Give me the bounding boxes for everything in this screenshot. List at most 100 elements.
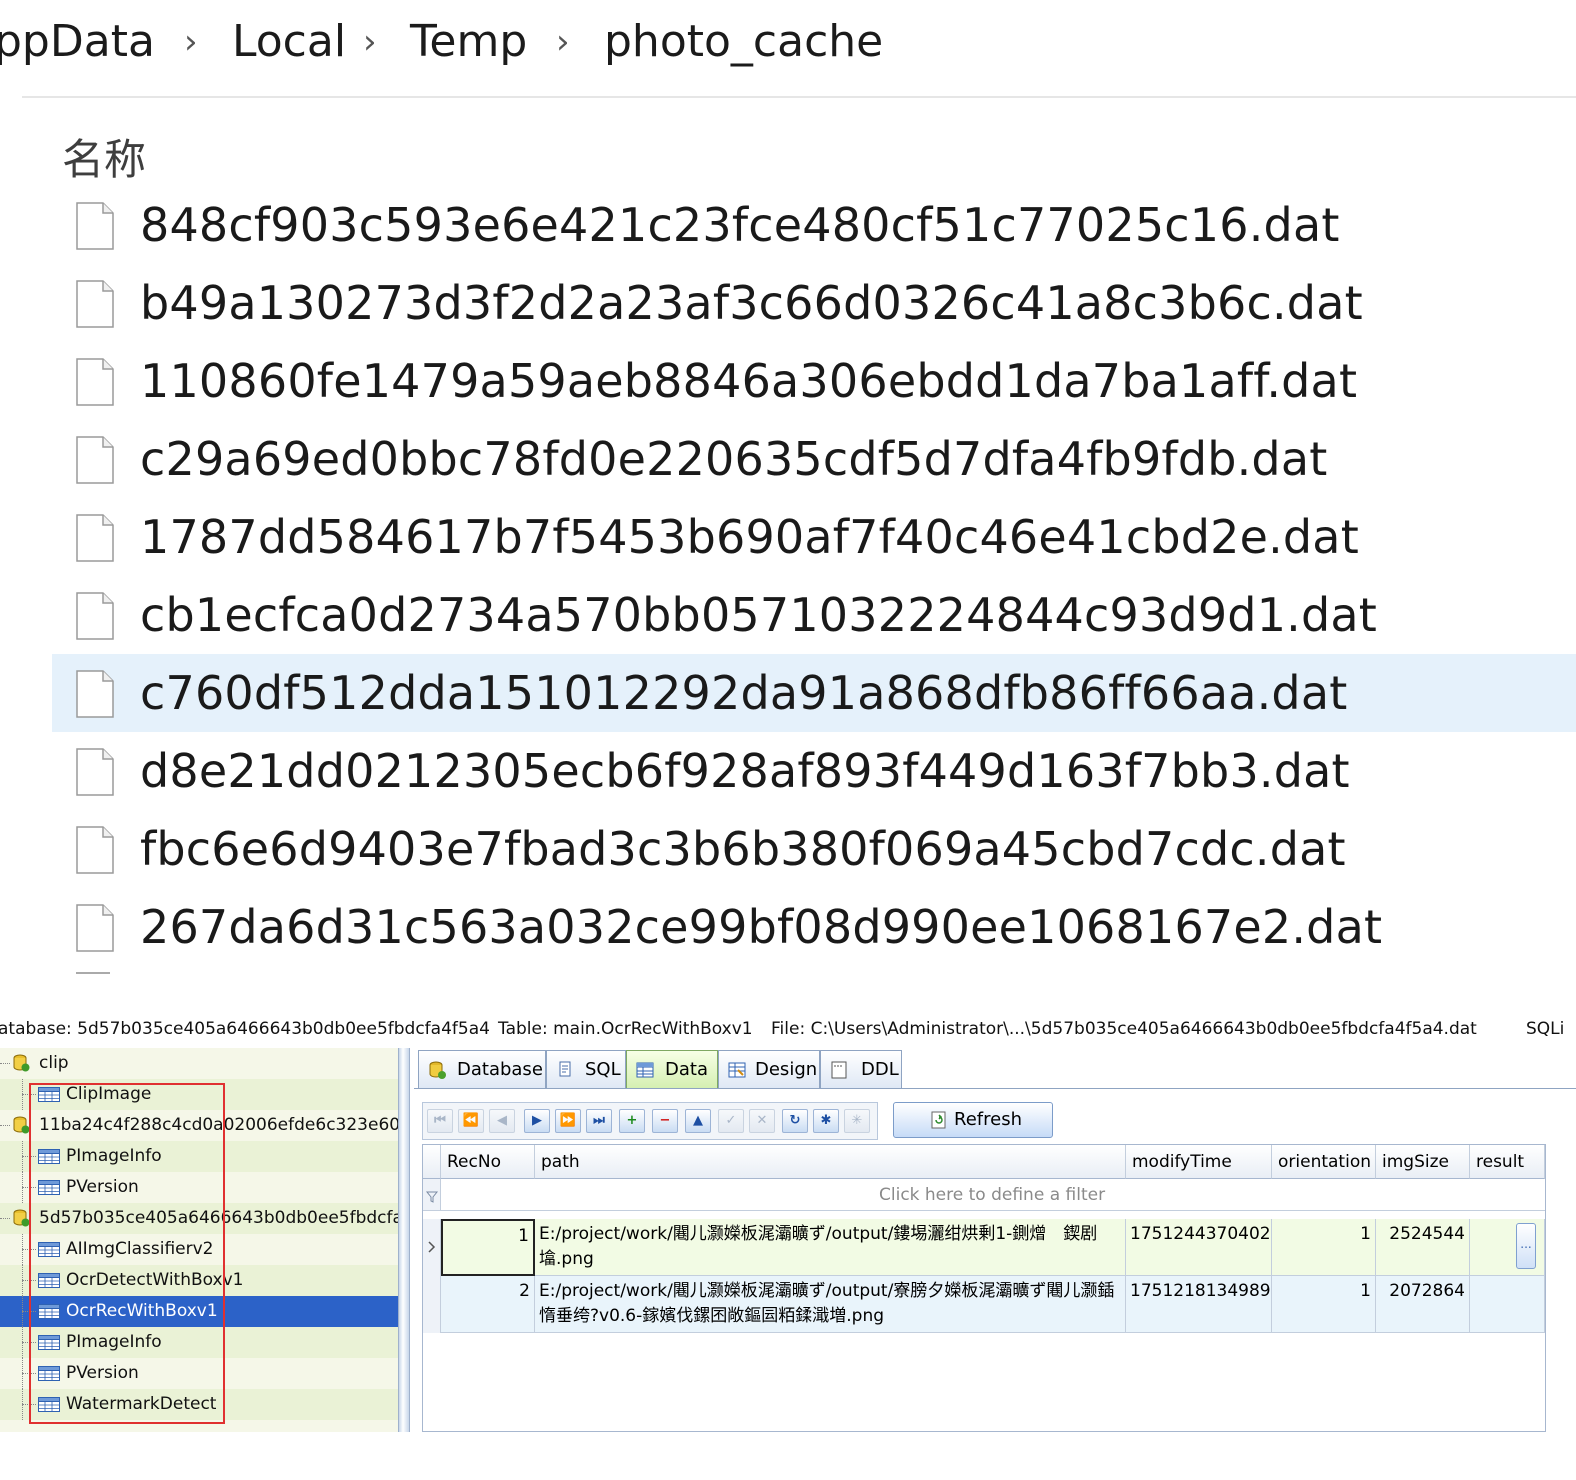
- next-page-icon[interactable]: ⏩: [555, 1109, 581, 1133]
- tab-ddl[interactable]: DDL: [820, 1050, 902, 1088]
- tree-node-label: PVersion: [66, 1363, 139, 1383]
- tree-node-label: 5d57b035ce405a6466643b0db0ee5fbdcfa4: [39, 1208, 398, 1228]
- tab-database-label: Database: [457, 1059, 543, 1080]
- tab-underline: [414, 1088, 1576, 1089]
- breadcrumb-item-appdata[interactable]: ppData: [0, 14, 155, 70]
- cell-modifytime[interactable]: 1751244370402: [1126, 1219, 1272, 1276]
- column-header-result[interactable]: result: [1470, 1145, 1545, 1179]
- status-file: File: C:\Users\Administrator\...\5d57b03…: [771, 1019, 1477, 1039]
- cell-imgsize[interactable]: 2524544: [1376, 1219, 1470, 1276]
- cancel-edit-icon[interactable]: ✕: [749, 1109, 775, 1133]
- tree-connector: [22, 1311, 36, 1312]
- breadcrumb-item-photo-cache[interactable]: photo_cache: [604, 14, 883, 70]
- tree-table-node[interactable]: OcrRecWithBoxv1: [0, 1296, 398, 1327]
- tree-table-node[interactable]: PImageInfo: [0, 1327, 398, 1358]
- tree-node-label: PImageInfo: [66, 1146, 162, 1166]
- row-indicator-current[interactable]: [423, 1219, 441, 1276]
- file-row[interactable]: 267da6d31c563a032ce99bf08d990ee1068167e2…: [52, 888, 1576, 966]
- tree-table-node[interactable]: PVersion: [0, 1358, 398, 1389]
- chevron-right-icon: ›: [363, 22, 377, 62]
- tree-table-node[interactable]: PVersion: [0, 1172, 398, 1203]
- file-name: fbc6e6d9403e7fbad3c3b6b380f069a45cbd7cdc…: [140, 822, 1346, 876]
- post-edit-icon[interactable]: ✓: [718, 1109, 744, 1133]
- tree-table-node[interactable]: OcrDetectWithBoxv1: [0, 1265, 398, 1296]
- tree-node-label: clip: [39, 1053, 69, 1073]
- file-row[interactable]: 1787dd584617b7f5453b690af7f40c46e41cbd2e…: [52, 498, 1576, 576]
- column-header-imgsize[interactable]: imgSize: [1376, 1145, 1470, 1179]
- cell-modifytime[interactable]: 1751218134989: [1126, 1276, 1272, 1333]
- status-database: atabase: 5d57b035ce405a6466643b0db0ee5fb…: [0, 1019, 490, 1039]
- file-row[interactable]: d8e21dd0212305ecb6f928af893f449d163f7bb3…: [52, 732, 1576, 810]
- tree-connector: [22, 1342, 36, 1343]
- table-design-icon: [728, 1062, 746, 1078]
- cell-imgsize[interactable]: 2072864: [1376, 1276, 1470, 1333]
- tree-database-node[interactable]: 11ba24c4f288c4cd0a02006efde6c323e607: [0, 1110, 398, 1141]
- last-record-icon[interactable]: ⏭: [586, 1109, 612, 1133]
- filter-placeholder: Click here to define a filter: [879, 1185, 1106, 1205]
- prior-page-icon[interactable]: ⏪: [458, 1109, 484, 1133]
- file-row[interactable]: cb1ecfca0d2734a570bb0571032224844c93d9d1…: [52, 576, 1576, 654]
- tab-data[interactable]: Data: [626, 1050, 718, 1088]
- file-name: cb1ecfca0d2734a570bb0571032224844c93d9d1…: [140, 588, 1378, 642]
- tab-design[interactable]: Design: [718, 1050, 820, 1088]
- filter-row[interactable]: Click here to define a filter: [423, 1179, 1545, 1211]
- ellipsis-button[interactable]: ...: [1516, 1223, 1536, 1269]
- tree-table-node[interactable]: ClipImage: [0, 1079, 398, 1110]
- cancel-updates-icon[interactable]: ✳: [844, 1109, 870, 1133]
- file-row[interactable]: 110860fe1479a59aeb8846a306ebdd1da7ba1aff…: [52, 342, 1576, 420]
- insert-record-icon[interactable]: +: [619, 1109, 645, 1133]
- cell-path[interactable]: E:/project/work/闀儿灏嬫板浘灞曠ず/output/寮膀夕嬫板浘灞…: [535, 1276, 1126, 1333]
- prior-record-icon[interactable]: ◀: [489, 1109, 515, 1133]
- file-icon: [76, 280, 114, 328]
- file-row[interactable]: 848cf903c593e6e421c23fce480cf51c77025c16…: [52, 188, 1576, 264]
- tree-connector: [0, 1125, 10, 1126]
- tree-database-node[interactable]: 5d57b035ce405a6466643b0db0ee5fbdcfa4: [0, 1203, 398, 1234]
- table-icon: [38, 1087, 60, 1102]
- refresh-button[interactable]: Refresh: [893, 1102, 1053, 1138]
- breadcrumb-item-local[interactable]: Local: [232, 14, 346, 70]
- filter-row-indicator: [423, 1179, 441, 1210]
- column-header-modifytime[interactable]: modifyTime: [1126, 1145, 1272, 1179]
- tree-table-node[interactable]: WatermarkDetect: [0, 1389, 398, 1420]
- status-table: Table: main.OcrRecWithBoxv1: [498, 1019, 753, 1039]
- sqlite-browser: atabase: 5d57b035ce405a6466643b0db0ee5fb…: [0, 1012, 1576, 1432]
- next-record-icon[interactable]: ▶: [524, 1109, 550, 1133]
- file-row[interactable]: fbc6e6d9403e7fbad3c3b6b380f069a45cbd7cdc…: [52, 810, 1576, 888]
- file-icon: [76, 436, 114, 484]
- cell-result[interactable]: ...: [1470, 1219, 1545, 1276]
- table-icon: [38, 1366, 60, 1381]
- tab-sql[interactable]: SQL: [546, 1050, 626, 1088]
- file-row[interactable]: c29a69ed0bbc78fd0e220635cdf5d7dfa4fb9fdb…: [52, 420, 1576, 498]
- tree-connector: [22, 1249, 36, 1250]
- file-icon: [76, 592, 114, 640]
- cell-recno[interactable]: 2: [441, 1276, 535, 1333]
- table-icon: [38, 1397, 60, 1412]
- splitter-handle[interactable]: [398, 1048, 410, 1432]
- tree-node-label: PVersion: [66, 1177, 139, 1197]
- column-header-name[interactable]: 名称: [62, 134, 146, 186]
- database-icon: [13, 1054, 30, 1072]
- tree-node-label: OcrDetectWithBoxv1: [66, 1270, 244, 1290]
- cell-recno[interactable]: 1: [441, 1219, 535, 1276]
- tree-table-node[interactable]: AIImgClassifierv2: [0, 1234, 398, 1265]
- cell-result[interactable]: [1470, 1276, 1545, 1333]
- delete-record-icon[interactable]: −: [652, 1109, 678, 1133]
- apply-updates-icon[interactable]: ✱: [813, 1109, 839, 1133]
- file-row[interactable]: b49a130273d3f2d2a23af3c66d0326c41a8c3b6c…: [52, 264, 1576, 342]
- first-record-icon[interactable]: ⏮: [427, 1109, 453, 1133]
- breadcrumb-item-temp[interactable]: Temp: [410, 14, 527, 70]
- file-row[interactable]: c760df512dda151012292da91a868dfb86ff66aa…: [52, 654, 1576, 732]
- tree-database-node[interactable]: clip: [0, 1048, 398, 1079]
- cell-path[interactable]: E:/project/work/闀儿灏嬫板浘灞曠ず/output/鏤埸灑绀烘剰1…: [535, 1219, 1126, 1276]
- table-icon: [38, 1273, 60, 1288]
- row-indicator[interactable]: [423, 1276, 441, 1333]
- cell-orientation[interactable]: 1: [1272, 1219, 1376, 1276]
- tab-database[interactable]: Database: [418, 1050, 546, 1088]
- column-header-recno[interactable]: RecNo: [441, 1145, 535, 1179]
- cell-orientation[interactable]: 1: [1272, 1276, 1376, 1333]
- edit-record-icon[interactable]: ▲: [685, 1109, 711, 1133]
- column-header-path[interactable]: path: [535, 1145, 1126, 1179]
- column-header-orientation[interactable]: orientation: [1272, 1145, 1376, 1179]
- tree-table-node[interactable]: PImageInfo: [0, 1141, 398, 1172]
- refresh-data-icon[interactable]: ↻: [782, 1109, 808, 1133]
